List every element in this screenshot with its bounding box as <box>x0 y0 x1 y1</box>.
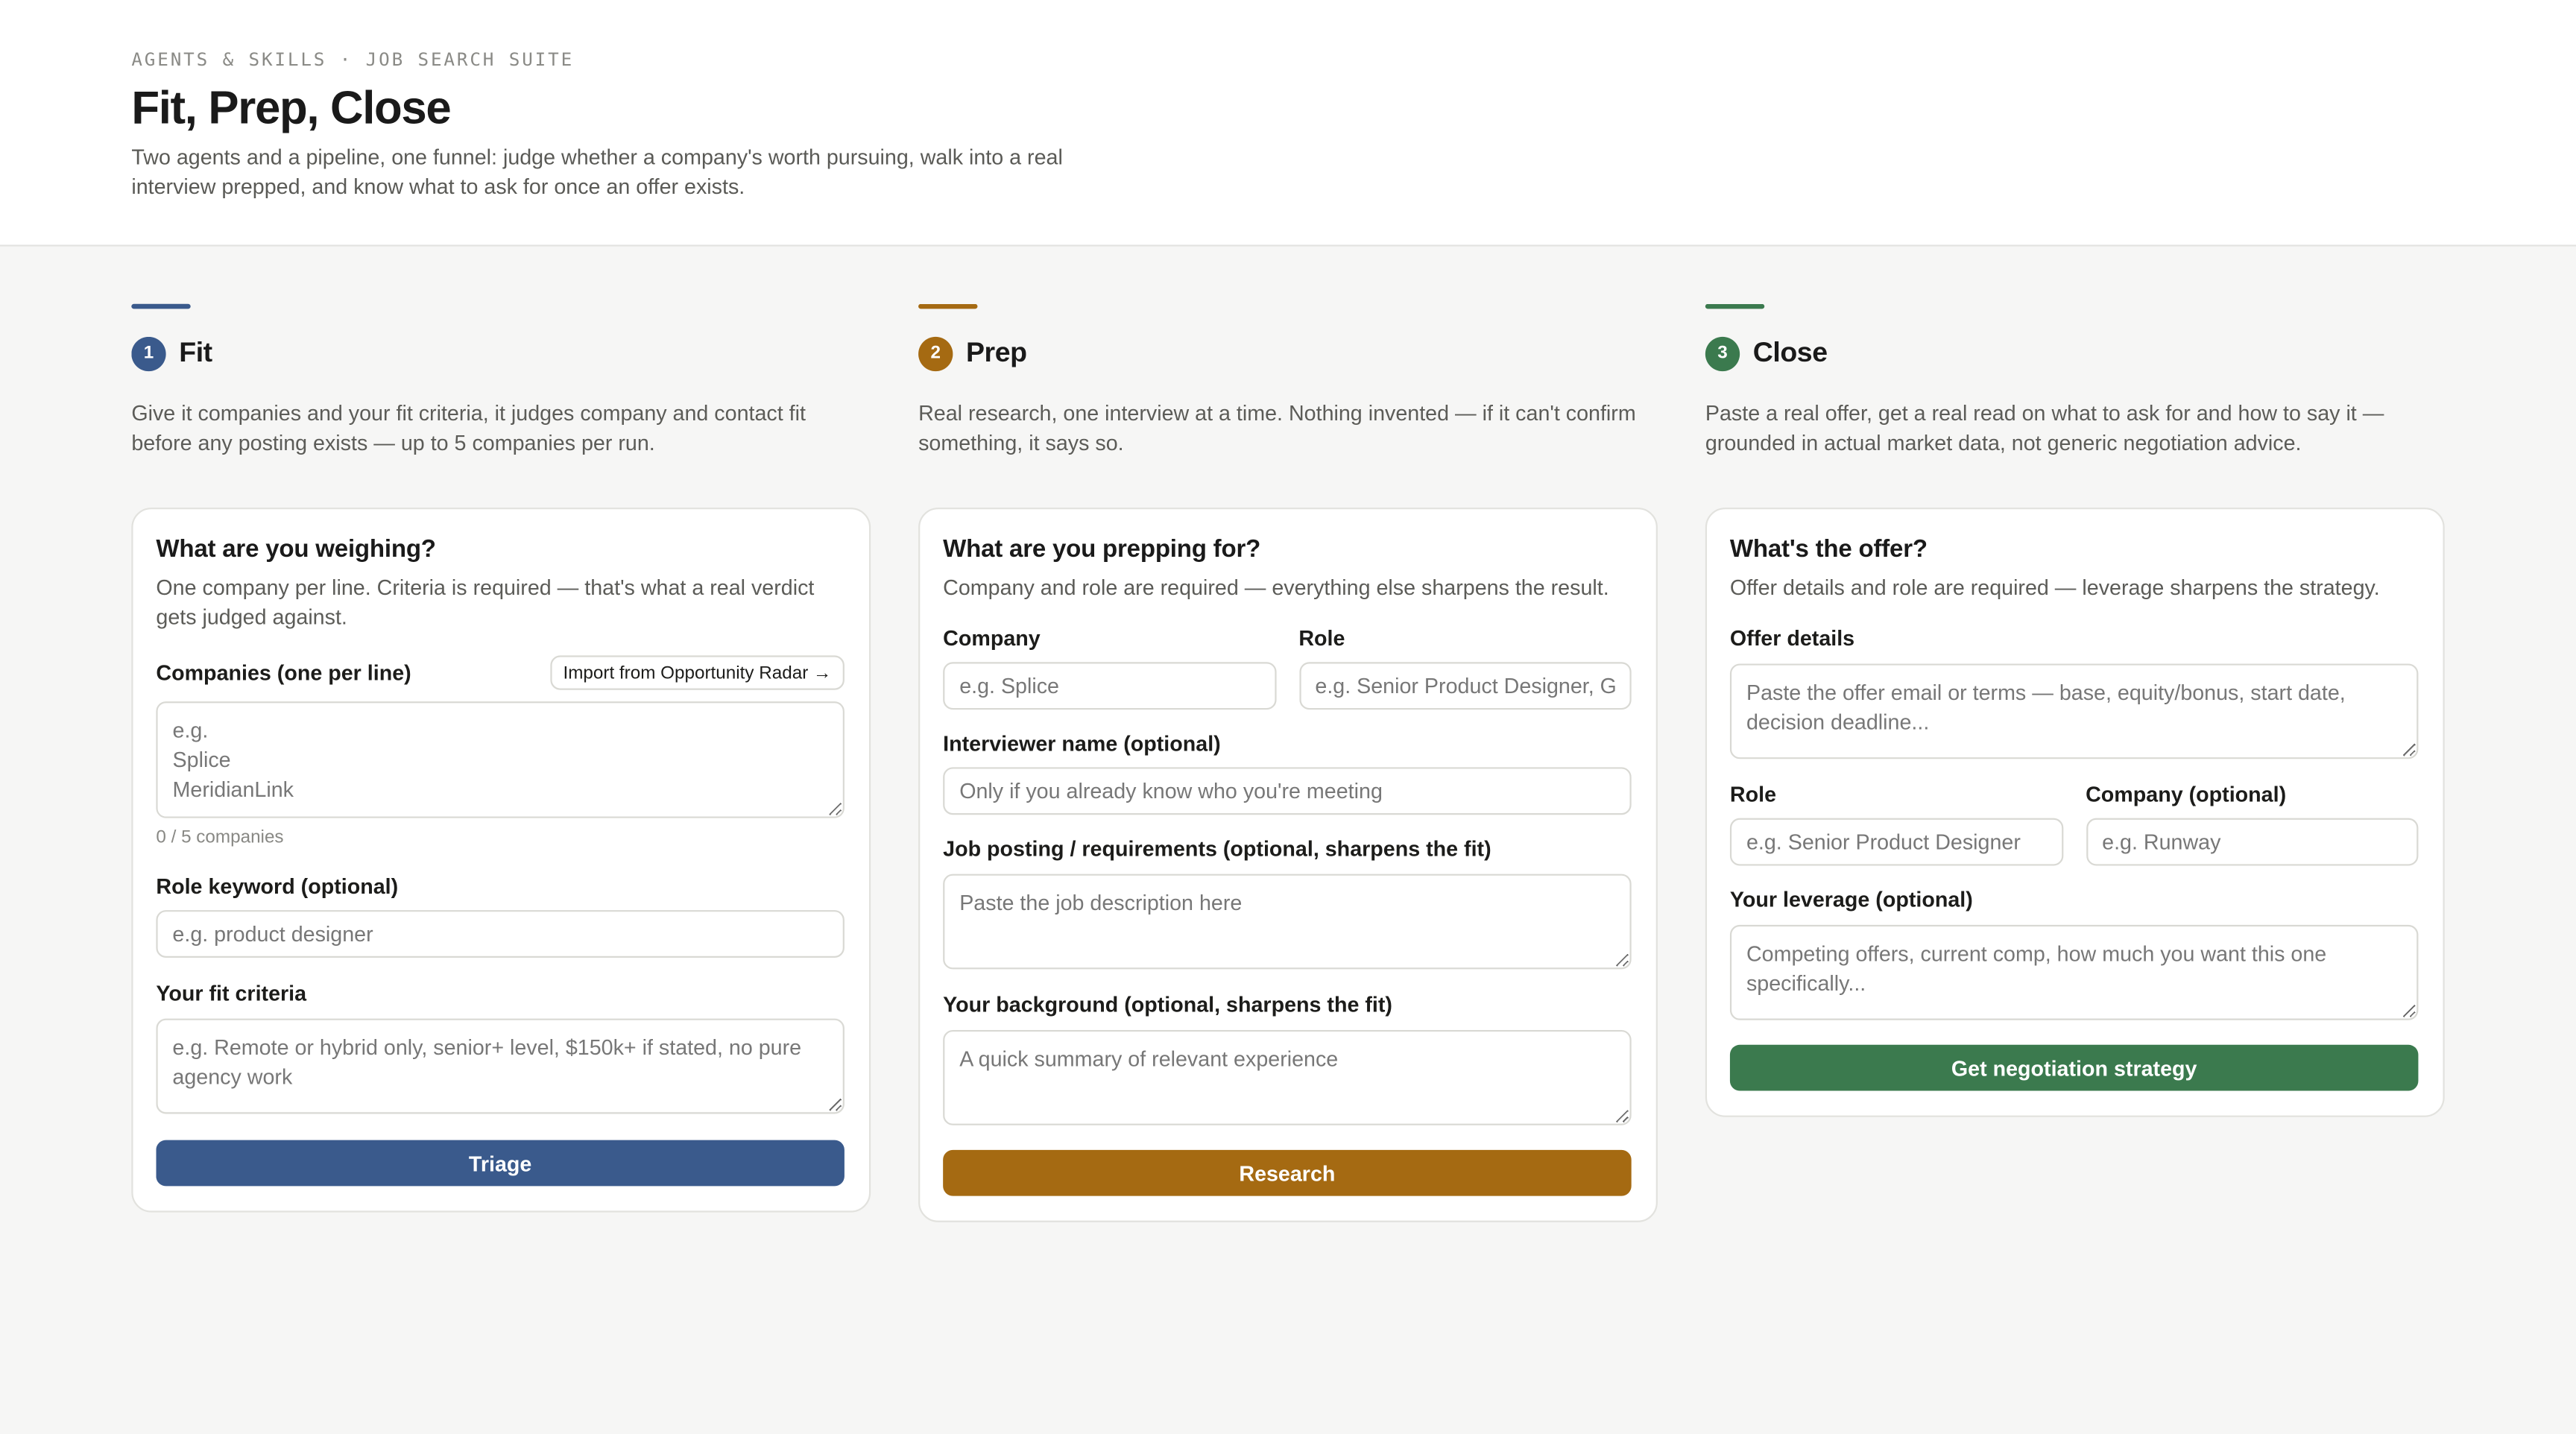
prep-heading: 2 Prep <box>918 333 1658 373</box>
card-title: What's the offer? <box>1729 535 1928 564</box>
step-badge: 3 <box>1705 335 1740 371</box>
fit-heading: 1 Fit <box>131 333 871 373</box>
prep-accent-bar <box>918 303 978 309</box>
import-opportunity-radar-button[interactable]: Import from Opportunity Radar → <box>549 655 845 690</box>
background-textarea[interactable] <box>943 1029 1632 1125</box>
companies-field: Companies (one per line) Import from Opp… <box>156 655 845 847</box>
prep-card: What are you prepping for? Company and r… <box>918 508 1658 1222</box>
column-description: Give it companies and your fit criteria,… <box>131 400 806 455</box>
role-keyword-field: Role keyword (optional) <box>156 872 845 958</box>
background-field: Your background (optional, sharpens the … <box>943 991 1632 1125</box>
research-button[interactable]: Research <box>943 1149 1632 1196</box>
role-keyword-label: Role keyword (optional) <box>156 874 399 899</box>
card-title: What are you prepping for? <box>943 535 1261 564</box>
fit-criteria-textarea[interactable] <box>156 1018 845 1114</box>
triage-button[interactable]: Triage <box>156 1140 845 1187</box>
job-posting-field: Job posting / requirements (optional, sh… <box>943 835 1632 970</box>
role-input[interactable] <box>1729 818 2063 866</box>
fit-criteria-field: Your fit criteria <box>156 979 845 1114</box>
role-field: Role <box>1298 625 1632 710</box>
role-keyword-input[interactable] <box>156 910 845 958</box>
fit-column: 1 Fit Give it companies and your fit cri… <box>131 303 871 1222</box>
columns: 1 Fit Give it companies and your fit cri… <box>131 303 2445 1222</box>
company-field: Company <box>943 625 1276 710</box>
background-label: Your background (optional, sharpens the … <box>943 992 1392 1017</box>
step-badge: 2 <box>918 335 953 371</box>
fit-criteria-label: Your fit criteria <box>156 980 307 1005</box>
card-subtitle: One company per line. Criteria is requir… <box>156 575 815 630</box>
column-title: Prep <box>966 336 1027 368</box>
column-description: Paste a real offer, get a real read on w… <box>1705 400 2384 455</box>
leverage-label: Your leverage (optional) <box>1729 887 1973 912</box>
column-title: Fit <box>179 336 212 368</box>
column-title: Close <box>1752 336 1828 368</box>
close-card: What's the offer? Offer details and role… <box>1705 508 2445 1117</box>
offer-details-field: Offer details <box>1729 625 2419 759</box>
interviewer-field: Interviewer name (optional) <box>943 730 1632 815</box>
fit-card: What are you weighing? One company per l… <box>131 508 871 1213</box>
company-label: Company (optional) <box>2086 782 2287 807</box>
role-label: Role <box>1298 625 1345 651</box>
page-title: Fit, Prep, Close <box>131 82 451 133</box>
company-label: Company <box>943 625 1041 651</box>
job-posting-textarea[interactable] <box>943 874 1632 970</box>
role-company-row: Role Company (optional) <box>1729 780 2419 866</box>
company-input[interactable] <box>2086 818 2419 866</box>
column-description: Real research, one interview at a time. … <box>918 400 1636 455</box>
interviewer-input[interactable] <box>943 767 1632 815</box>
page-header: AGENTS & SKILLS · JOB SEARCH SUITE Fit, … <box>0 0 2576 247</box>
job-posting-label: Job posting / requirements (optional, sh… <box>943 836 1491 861</box>
close-column: 3 Close Paste a real offer, get a real r… <box>1705 303 2445 1222</box>
role-field: Role <box>1729 780 2063 866</box>
offer-details-label: Offer details <box>1729 625 1855 651</box>
card-subtitle: Company and role are required — everythi… <box>943 575 1609 600</box>
close-accent-bar <box>1705 303 1765 309</box>
interviewer-label: Interviewer name (optional) <box>943 730 1221 756</box>
close-heading: 3 Close <box>1705 333 2445 373</box>
leverage-textarea[interactable] <box>1729 924 2419 1020</box>
page: AGENTS & SKILLS · JOB SEARCH SUITE Fit, … <box>0 0 2576 1434</box>
page-subtitle: Two agents and a pipeline, one funnel: j… <box>131 144 1063 199</box>
role-input[interactable] <box>1298 662 1632 710</box>
company-role-row: Company Role <box>943 625 1632 710</box>
offer-details-textarea[interactable] <box>1729 663 2419 759</box>
company-input[interactable] <box>943 662 1276 710</box>
card-subtitle: Offer details and role are required — le… <box>1729 575 2380 600</box>
leverage-field: Your leverage (optional) <box>1729 885 2419 1020</box>
eyebrow: AGENTS & SKILLS · JOB SEARCH SUITE <box>131 49 575 71</box>
get-negotiation-strategy-button[interactable]: Get negotiation strategy <box>1729 1044 2419 1091</box>
company-field: Company (optional) <box>2086 780 2419 866</box>
prep-column: 2 Prep Real research, one interview at a… <box>918 303 1658 1222</box>
role-label: Role <box>1729 782 1777 807</box>
companies-label: Companies (one per line) <box>156 660 411 686</box>
companies-counter: 0 / 5 companies <box>156 827 284 848</box>
card-title: What are you weighing? <box>156 535 436 564</box>
fit-accent-bar <box>131 303 191 309</box>
companies-textarea[interactable] <box>156 701 845 818</box>
step-badge: 1 <box>131 335 166 371</box>
